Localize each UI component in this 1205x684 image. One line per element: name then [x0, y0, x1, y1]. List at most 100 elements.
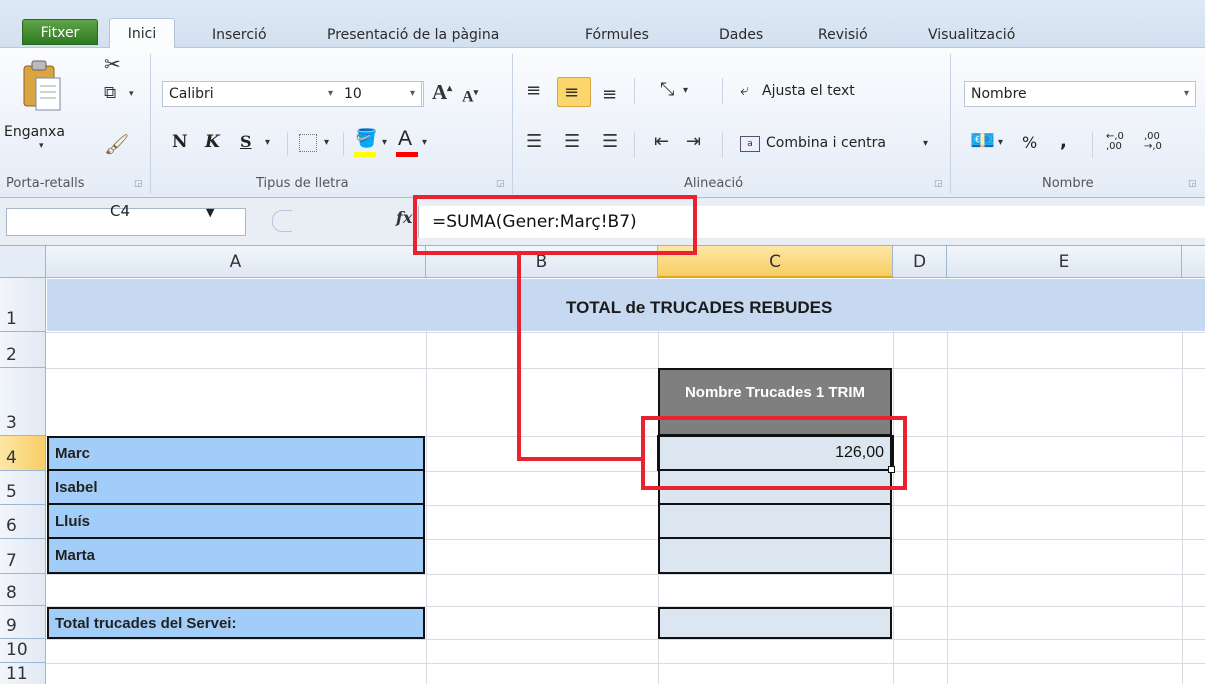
- row-header-1[interactable]: 1: [0, 278, 46, 332]
- borders-dropdown-icon[interactable]: ▾: [324, 138, 329, 148]
- decrease-indent-icon[interactable]: ⇤: [654, 133, 669, 151]
- formula-bar-collapse-icon: [272, 210, 292, 232]
- tab-insert[interactable]: Inserció: [212, 22, 267, 48]
- align-left-icon[interactable]: ☰: [526, 133, 542, 151]
- underline-button[interactable]: S: [240, 132, 252, 151]
- row-header-2[interactable]: 2: [0, 332, 46, 368]
- align-top-icon[interactable]: ≡: [526, 82, 541, 100]
- sheet-title: TOTAL de TRUCADES REBUDES: [566, 298, 833, 317]
- chevron-down-icon: ▾: [1183, 88, 1189, 99]
- merge-center-icon: a: [740, 136, 760, 152]
- font-family-value: Calibri: [169, 86, 214, 102]
- row-header-9[interactable]: 9: [0, 606, 46, 639]
- gridline: [46, 332, 1205, 333]
- row-header-11[interactable]: 11: [0, 663, 46, 684]
- divider: [634, 132, 635, 158]
- align-center-icon[interactable]: ☰: [564, 133, 580, 151]
- tab-formulas[interactable]: Fórmules: [585, 22, 649, 48]
- cut-icon[interactable]: ✂: [104, 54, 121, 74]
- gridline: [46, 663, 1205, 664]
- row-header-6[interactable]: 6: [0, 505, 46, 539]
- shrink-font-icon[interactable]: A▾: [462, 88, 478, 105]
- divider: [343, 132, 344, 156]
- divider: [1092, 132, 1093, 158]
- clipboard-launcher-icon[interactable]: ◲: [134, 179, 143, 189]
- cell-c6[interactable]: [658, 503, 892, 539]
- cell-c9[interactable]: [658, 607, 892, 639]
- grow-font-icon[interactable]: A▴: [432, 82, 452, 103]
- cell-a4[interactable]: Marc: [47, 436, 425, 471]
- cell-a9[interactable]: Total trucades del Servei:: [47, 607, 425, 639]
- cell-a6[interactable]: Lluís: [47, 503, 425, 539]
- chevron-down-icon[interactable]: ▼: [206, 206, 214, 219]
- increase-decimal-button[interactable]: ←,0 ,00: [1106, 132, 1136, 152]
- currency-dropdown-icon[interactable]: ▾: [998, 138, 1003, 148]
- column-header-f[interactable]: [1182, 246, 1205, 278]
- column-header-e[interactable]: E: [947, 246, 1182, 278]
- align-bottom-icon[interactable]: ≡: [602, 86, 617, 104]
- gridline: [947, 278, 948, 684]
- insert-function-button[interactable]: fx: [396, 208, 412, 227]
- font-color-icon[interactable]: A: [398, 128, 412, 149]
- column-header-a[interactable]: A: [46, 246, 426, 278]
- tab-view[interactable]: Visualització: [928, 22, 1015, 48]
- format-painter-icon[interactable]: 🖌: [104, 134, 129, 154]
- underline-dropdown-icon[interactable]: ▾: [265, 138, 270, 148]
- group-divider: [150, 54, 151, 194]
- paste-button[interactable]: Enganxa: [4, 124, 65, 140]
- tab-page-layout[interactable]: Presentació de la pàgina: [327, 22, 499, 48]
- font-color-dropdown-icon[interactable]: ▾: [422, 138, 427, 148]
- decrease-decimal-button[interactable]: ,00 →,0: [1144, 132, 1174, 152]
- wrap-text-icon: ⤶: [740, 80, 749, 99]
- column-header-d[interactable]: D: [893, 246, 947, 278]
- comma-button[interactable]: ,: [1060, 131, 1067, 152]
- copy-dropdown-icon[interactable]: ▾: [129, 90, 134, 99]
- tab-file[interactable]: Fitxer: [22, 19, 98, 45]
- orientation-dropdown-icon[interactable]: ▾: [683, 86, 688, 96]
- font-size-select[interactable]: ▾ 10 ▾: [328, 81, 422, 107]
- fill-dropdown-icon[interactable]: ▾: [382, 138, 387, 148]
- number-format-select[interactable]: Nombre ▾: [964, 81, 1196, 107]
- font-launcher-icon[interactable]: ◲: [496, 179, 505, 189]
- gridline: [426, 278, 427, 684]
- cell-a5[interactable]: Isabel: [47, 469, 425, 505]
- font-color-swatch: [396, 152, 418, 157]
- formula-highlight-box: [413, 195, 697, 255]
- paste-icon[interactable]: [18, 56, 66, 118]
- cell-highlight-box: [641, 416, 907, 490]
- row-header-7[interactable]: 7: [0, 539, 46, 574]
- spreadsheet-grid[interactable]: A B C D E 1 2 3 4 5 6 7 8 9 10 11 TOTAL …: [0, 246, 1205, 684]
- fill-color-icon[interactable]: 🪣: [355, 130, 377, 148]
- fill-color-swatch: [354, 152, 376, 157]
- clipboard-group-label: Porta-retalls: [6, 176, 85, 191]
- orientation-icon[interactable]: ⤡: [660, 81, 674, 99]
- increase-indent-icon[interactable]: ⇥: [686, 133, 701, 151]
- align-right-icon[interactable]: ☰: [602, 133, 618, 151]
- tab-data[interactable]: Dades: [719, 22, 763, 48]
- tab-review[interactable]: Revisió: [818, 22, 868, 48]
- row-header-5[interactable]: 5: [0, 471, 46, 505]
- borders-icon[interactable]: [299, 134, 317, 152]
- row-header-4[interactable]: 4: [0, 436, 46, 471]
- row-header-3[interactable]: 3: [0, 368, 46, 436]
- merge-center-button[interactable]: Combina i centra: [766, 135, 886, 151]
- merge-dropdown-icon[interactable]: ▾: [923, 139, 928, 149]
- cell-a7[interactable]: Marta: [47, 537, 425, 574]
- cell-c7[interactable]: [658, 537, 892, 574]
- gridline: [1182, 278, 1183, 684]
- copy-icon[interactable]: ⧉: [104, 85, 116, 102]
- tab-home[interactable]: Inici: [109, 18, 175, 49]
- alignment-launcher-icon[interactable]: ◲: [934, 179, 943, 189]
- currency-icon[interactable]: 💶: [970, 130, 995, 150]
- select-all-button[interactable]: [0, 246, 46, 278]
- paste-dropdown-icon[interactable]: ▾: [39, 142, 44, 151]
- bold-button[interactable]: N: [172, 132, 188, 152]
- number-launcher-icon[interactable]: ◲: [1188, 179, 1197, 189]
- italic-button[interactable]: K: [205, 132, 220, 152]
- percent-button[interactable]: %: [1022, 133, 1037, 152]
- row-header-10[interactable]: 10: [0, 639, 46, 663]
- row-header-8[interactable]: 8: [0, 574, 46, 606]
- group-divider: [512, 54, 513, 194]
- wrap-text-button[interactable]: Ajusta el text: [762, 83, 855, 99]
- gridline: [46, 639, 1205, 640]
